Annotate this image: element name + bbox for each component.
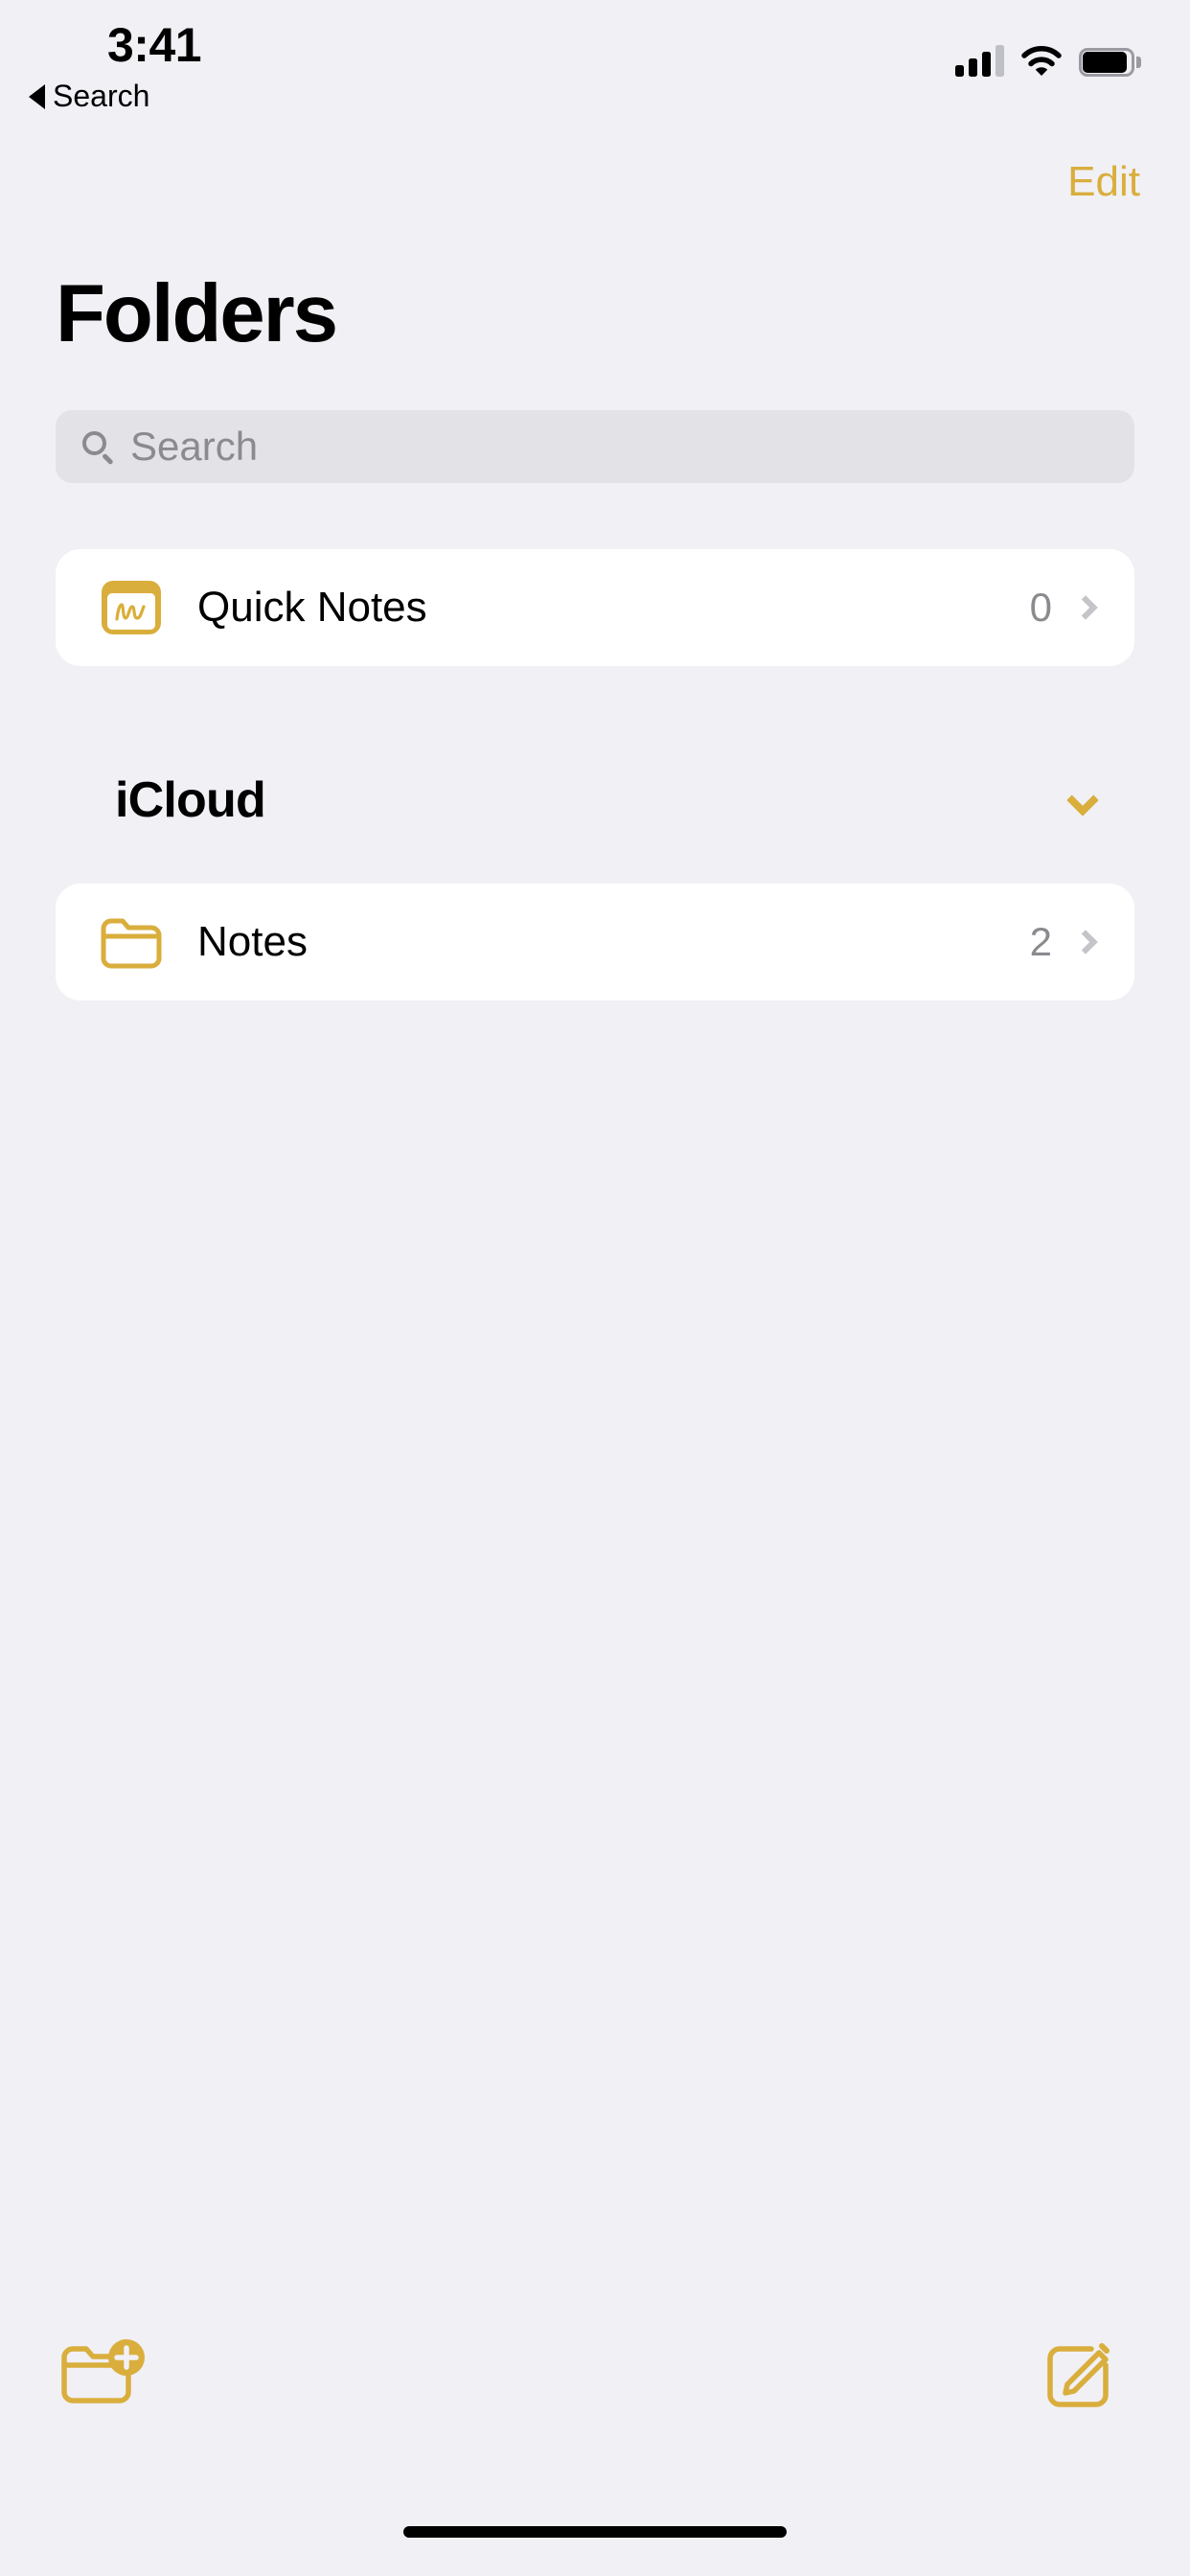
page-title: Folders	[56, 268, 338, 359]
chevron-right-icon	[1073, 595, 1098, 620]
compose-note-icon	[1039, 2336, 1115, 2413]
folder-row-notes[interactable]: Notes 2	[56, 884, 1134, 1000]
folder-icon	[96, 915, 167, 969]
quick-notes-icon-wrap	[96, 581, 167, 634]
notes-folders-screen: 3:41 Search Edit Folders Search Quick No…	[0, 0, 1190, 2576]
home-indicator	[403, 2526, 787, 2538]
search-field[interactable]: Search	[56, 410, 1134, 483]
folder-row-left: Notes	[56, 915, 1030, 969]
quick-notes-row-right: 0	[1029, 585, 1098, 631]
search-placeholder: Search	[130, 424, 259, 469]
folder-row-right: 2	[1029, 919, 1098, 965]
new-folder-icon	[59, 2338, 151, 2411]
back-triangle-icon	[29, 83, 45, 109]
edit-button[interactable]: Edit	[1067, 158, 1140, 206]
quick-notes-count: 0	[1029, 585, 1052, 630]
battery-icon	[1079, 48, 1141, 77]
chevron-down-icon[interactable]	[1066, 784, 1099, 816]
search-icon	[80, 429, 115, 466]
quick-notes-row-left: Quick Notes	[56, 581, 1030, 634]
bottom-toolbar	[0, 2329, 1190, 2453]
quick-notes-icon	[102, 581, 161, 634]
wifi-icon	[1021, 46, 1062, 77]
status-bar: 3:41	[0, 0, 1190, 126]
back-to-search-button[interactable]: Search	[29, 79, 149, 114]
quick-notes-row[interactable]: Quick Notes 0	[56, 549, 1134, 666]
cellular-signal-icon	[955, 44, 1004, 77]
status-bar-time: 3:41	[107, 18, 202, 72]
section-header-icloud[interactable]: iCloud	[0, 771, 1190, 829]
status-bar-indicators	[955, 44, 1141, 77]
quick-notes-label: Quick Notes	[197, 584, 427, 631]
section-title: iCloud	[115, 772, 266, 828]
folder-count: 2	[1029, 919, 1052, 964]
chevron-right-icon	[1073, 930, 1098, 954]
back-to-search-label: Search	[53, 79, 150, 113]
compose-note-button[interactable]	[1039, 2336, 1115, 2413]
folder-label: Notes	[197, 918, 308, 965]
new-folder-button[interactable]	[59, 2338, 151, 2411]
